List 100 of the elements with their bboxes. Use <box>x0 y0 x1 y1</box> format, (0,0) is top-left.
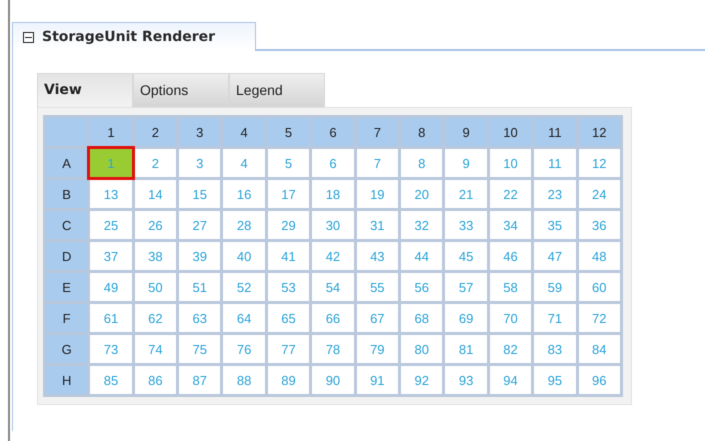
slot-cell[interactable]: 88 <box>223 366 265 394</box>
slot-cell[interactable]: 73 <box>90 335 132 363</box>
slot-cell[interactable]: 44 <box>401 242 442 270</box>
slot-cell[interactable]: 47 <box>534 242 576 270</box>
slot-cell[interactable]: 96 <box>578 366 620 394</box>
slot-cell[interactable]: 19 <box>356 180 398 208</box>
panel-tab[interactable]: StorageUnit Renderer <box>13 22 256 51</box>
slot-cell[interactable]: 77 <box>268 335 310 363</box>
slot-cell[interactable]: 75 <box>179 335 220 363</box>
slot-cell[interactable]: 53 <box>268 273 310 301</box>
slot-cell[interactable]: 50 <box>134 273 176 301</box>
slot-cell[interactable]: 43 <box>356 242 398 270</box>
slot-cell[interactable]: 71 <box>534 304 576 332</box>
slot-cell[interactable]: 24 <box>578 180 620 208</box>
slot-cell[interactable]: 48 <box>578 242 620 270</box>
slot-cell[interactable]: 83 <box>534 335 576 363</box>
slot-cell[interactable]: 55 <box>356 273 398 301</box>
slot-cell[interactable]: 15 <box>179 180 220 208</box>
slot-cell[interactable]: 56 <box>401 273 442 301</box>
slot-cell[interactable]: 90 <box>312 366 354 394</box>
slot-cell[interactable]: 11 <box>534 149 576 177</box>
collapse-icon[interactable] <box>23 32 34 42</box>
slot-cell[interactable]: 81 <box>445 335 487 363</box>
slot-cell[interactable]: 69 <box>445 304 487 332</box>
slot-cell[interactable]: 85 <box>90 366 132 394</box>
slot-cell[interactable]: 27 <box>179 211 220 239</box>
slot-cell[interactable]: 9 <box>445 149 487 177</box>
slot-cell[interactable]: 18 <box>312 180 354 208</box>
slot-cell[interactable]: 12 <box>578 149 620 177</box>
slot-cell[interactable]: 59 <box>534 273 576 301</box>
slot-cell[interactable]: 21 <box>445 180 487 208</box>
slot-cell[interactable]: 10 <box>490 149 532 177</box>
slot-cell[interactable]: 63 <box>179 304 220 332</box>
slot-cell[interactable]: 32 <box>401 211 442 239</box>
slot-cell[interactable]: 60 <box>578 273 620 301</box>
slot-cell[interactable]: 35 <box>534 211 576 239</box>
slot-cell[interactable]: 39 <box>179 242 220 270</box>
slot-cell[interactable]: 62 <box>134 304 176 332</box>
slot-cell[interactable]: 40 <box>223 242 265 270</box>
slot-cell[interactable]: 66 <box>312 304 354 332</box>
slot-cell[interactable]: 89 <box>268 366 310 394</box>
slot-cell[interactable]: 20 <box>401 180 442 208</box>
slot-cell[interactable]: 28 <box>223 211 265 239</box>
slot-cell[interactable]: 33 <box>445 211 487 239</box>
slot-cell[interactable]: 30 <box>312 211 354 239</box>
slot-cell[interactable]: 94 <box>490 366 532 394</box>
slot-cell[interactable]: 13 <box>90 180 132 208</box>
slot-cell[interactable]: 8 <box>401 149 442 177</box>
slot-cell[interactable]: 52 <box>223 273 265 301</box>
slot-cell[interactable]: 76 <box>223 335 265 363</box>
slot-cell[interactable]: 84 <box>578 335 620 363</box>
tab[interactable]: View <box>37 73 133 107</box>
slot-cell[interactable]: 58 <box>490 273 532 301</box>
slot-cell[interactable]: 7 <box>356 149 398 177</box>
slot-cell[interactable]: 68 <box>401 304 442 332</box>
slot-cell[interactable]: 79 <box>356 335 398 363</box>
slot-cell[interactable]: 16 <box>223 180 265 208</box>
slot-cell[interactable]: 36 <box>578 211 620 239</box>
slot-cell[interactable]: 26 <box>134 211 176 239</box>
slot-cell[interactable]: 31 <box>356 211 398 239</box>
slot-cell[interactable]: 91 <box>356 366 398 394</box>
tab[interactable]: Options <box>133 73 229 107</box>
slot-cell[interactable]: 57 <box>445 273 487 301</box>
slot-cell[interactable]: 67 <box>356 304 398 332</box>
slot-cell[interactable]: 49 <box>90 273 132 301</box>
slot-cell[interactable]: 23 <box>534 180 576 208</box>
slot-cell[interactable]: 29 <box>268 211 310 239</box>
slot-cell[interactable]: 22 <box>490 180 532 208</box>
slot-cell[interactable]: 65 <box>268 304 310 332</box>
slot-cell[interactable]: 38 <box>134 242 176 270</box>
slot-cell[interactable]: 93 <box>445 366 487 394</box>
slot-cell[interactable]: 42 <box>312 242 354 270</box>
slot-cell[interactable]: 46 <box>490 242 532 270</box>
slot-cell[interactable]: 87 <box>179 366 220 394</box>
tab[interactable]: Legend <box>229 73 325 107</box>
slot-cell[interactable]: 37 <box>90 242 132 270</box>
slot-cell[interactable]: 78 <box>312 335 354 363</box>
slot-cell[interactable]: 4 <box>223 149 265 177</box>
slot-cell[interactable]: 95 <box>534 366 576 394</box>
slot-cell[interactable]: 70 <box>490 304 532 332</box>
slot-cell[interactable]: 61 <box>90 304 132 332</box>
slot-cell[interactable]: 34 <box>490 211 532 239</box>
slot-cell[interactable]: 54 <box>312 273 354 301</box>
slot-cell[interactable]: 86 <box>134 366 176 394</box>
slot-cell[interactable]: 25 <box>90 211 132 239</box>
slot-cell[interactable]: 64 <box>223 304 265 332</box>
slot-cell[interactable]: 51 <box>179 273 220 301</box>
slot-cell[interactable]: 14 <box>134 180 176 208</box>
slot-cell[interactable]: 82 <box>490 335 532 363</box>
slot-cell[interactable]: 74 <box>134 335 176 363</box>
slot-cell[interactable]: 92 <box>401 366 442 394</box>
slot-cell[interactable]: 41 <box>268 242 310 270</box>
slot-cell[interactable]: 45 <box>445 242 487 270</box>
slot-cell[interactable]: 6 <box>312 149 354 177</box>
slot-cell[interactable]: 17 <box>268 180 310 208</box>
slot-cell[interactable]: 72 <box>578 304 620 332</box>
slot-cell[interactable]: 5 <box>268 149 310 177</box>
slot-cell[interactable]: 1 <box>90 149 132 177</box>
slot-cell[interactable]: 2 <box>134 149 176 177</box>
slot-cell[interactable]: 80 <box>401 335 442 363</box>
